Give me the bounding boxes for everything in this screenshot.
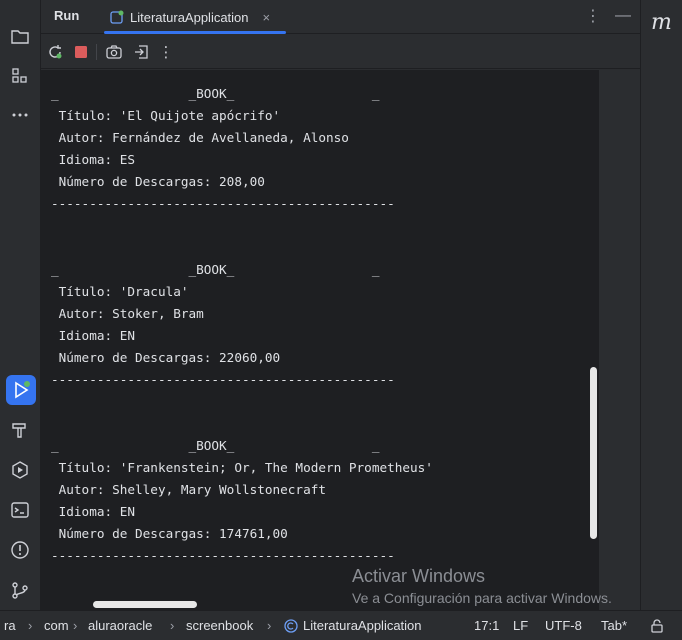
camera-icon[interactable] (104, 42, 124, 62)
more-options-icon[interactable]: ⋮ (583, 6, 603, 26)
git-icon[interactable] (8, 578, 32, 602)
services-icon[interactable] (8, 458, 32, 482)
breadcrumb-separator: › (267, 618, 272, 633)
tab-close-icon[interactable]: × (263, 10, 271, 25)
minimize-icon[interactable]: — (613, 6, 633, 26)
breadcrumb-screenbook[interactable]: screenbook (186, 618, 253, 633)
class-icon (284, 619, 298, 636)
breadcrumb-separator: › (73, 618, 78, 633)
exit-icon[interactable] (131, 42, 151, 62)
structure-icon[interactable] (8, 64, 32, 88)
run-title: Run (54, 8, 80, 23)
horizontal-scrollbar[interactable] (93, 601, 197, 608)
breadcrumb-separator: › (28, 618, 33, 633)
line-ending[interactable]: LF (513, 618, 528, 633)
spring-app-icon (110, 10, 124, 24)
left-tool-strip (0, 0, 41, 610)
breadcrumb-separator: › (170, 618, 175, 633)
toolbar-divider (96, 44, 97, 60)
project-folder-icon[interactable] (8, 24, 32, 48)
run-tool-icon[interactable] (6, 375, 36, 405)
file-encoding[interactable]: UTF-8 (545, 618, 582, 633)
tab-active-indicator (104, 31, 286, 34)
stop-icon[interactable] (71, 42, 91, 62)
breadcrumb-com[interactable]: com (44, 618, 69, 633)
breadcrumb-aluraoracle[interactable]: aluraoracle (88, 618, 152, 633)
build-hammer-icon[interactable] (8, 418, 32, 442)
console-text: _ _BOOK_ _ Título: 'El Quijote apócrifo'… (51, 86, 433, 563)
terminal-icon[interactable] (8, 498, 32, 522)
activate-windows-title: Activar Windows (352, 566, 486, 586)
lock-icon[interactable] (650, 619, 664, 636)
more-tools-icon[interactable] (8, 103, 32, 127)
toolbar-more-icon[interactable]: ⋮ (156, 42, 176, 62)
vertical-scrollbar[interactable] (590, 367, 597, 539)
vertical-scrollbar-track (589, 70, 599, 610)
caret-position[interactable]: 17:1 (474, 618, 499, 633)
indent-setting[interactable]: Tab* (601, 618, 627, 633)
console-output[interactable]: _ _BOOK_ _ Título: 'El Quijote apócrifo'… (41, 70, 589, 610)
rerun-icon[interactable] (45, 42, 65, 62)
breadcrumb-root[interactable]: ra (4, 618, 16, 633)
activate-windows-subtitle: Ve a Configuración para activar Windows. (352, 590, 612, 606)
tab-literatura-application[interactable]: LiteraturaApplication × (104, 0, 288, 34)
tab-label: LiteraturaApplication (130, 9, 249, 25)
run-toolbar: ⋮ (41, 35, 640, 69)
run-header: Run LiteraturaApplication × ⋮ — (41, 0, 640, 34)
right-tool-strip: m (640, 0, 682, 610)
breadcrumb-class[interactable]: LiteraturaApplication (303, 618, 422, 633)
status-bar: ra › com › aluraoracle › screenbook › Li… (0, 610, 682, 640)
m-icon[interactable]: m (651, 10, 672, 35)
problems-icon[interactable] (8, 538, 32, 562)
